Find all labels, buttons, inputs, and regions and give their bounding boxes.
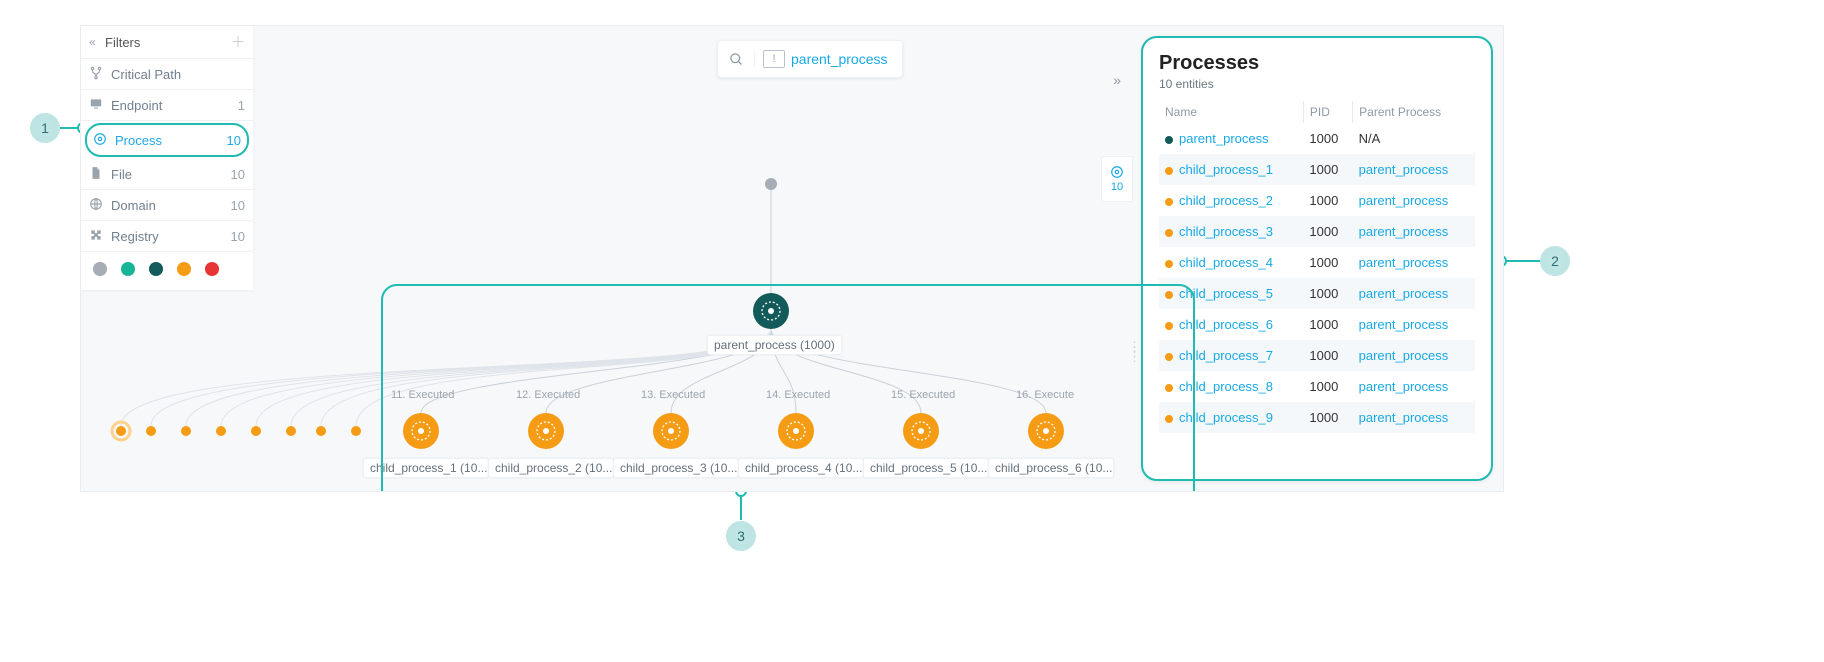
graph-child-label[interactable]: child_process_3 (10...	[613, 458, 739, 478]
graph-edge-label: 15. Executed	[891, 389, 955, 401]
callout-badge-3: 3	[726, 521, 756, 551]
graph-edge-label: 16. Execute	[1016, 389, 1074, 401]
graph-child-label[interactable]: child_process_2 (10...	[488, 458, 614, 478]
process-graph[interactable]	[81, 26, 1503, 491]
graph-child-label[interactable]: child_process_1 (10...	[363, 458, 489, 478]
graph-child-label[interactable]: child_process_4 (10...	[738, 458, 864, 478]
callout-badge-2: 2	[1540, 246, 1570, 276]
graph-child-label[interactable]: child_process_6 (10...	[988, 458, 1114, 478]
app-frame: « Filters ＋ Critical PathEndpoint1Proces…	[80, 25, 1504, 492]
graph-edge-label: 14. Executed	[766, 389, 830, 401]
graph-child-label[interactable]: child_process_5 (10...	[863, 458, 989, 478]
callout-badge-1: 1	[30, 113, 60, 143]
callout-stem	[740, 490, 742, 520]
graph-edge-label: 12. Executed	[516, 389, 580, 401]
graph-edge-label: 13. Executed	[641, 389, 705, 401]
graph-edge-label: 11. Executed	[391, 389, 454, 401]
graph-parent-label: parent_process (1000)	[707, 335, 842, 355]
callout-stem	[1500, 260, 1540, 262]
